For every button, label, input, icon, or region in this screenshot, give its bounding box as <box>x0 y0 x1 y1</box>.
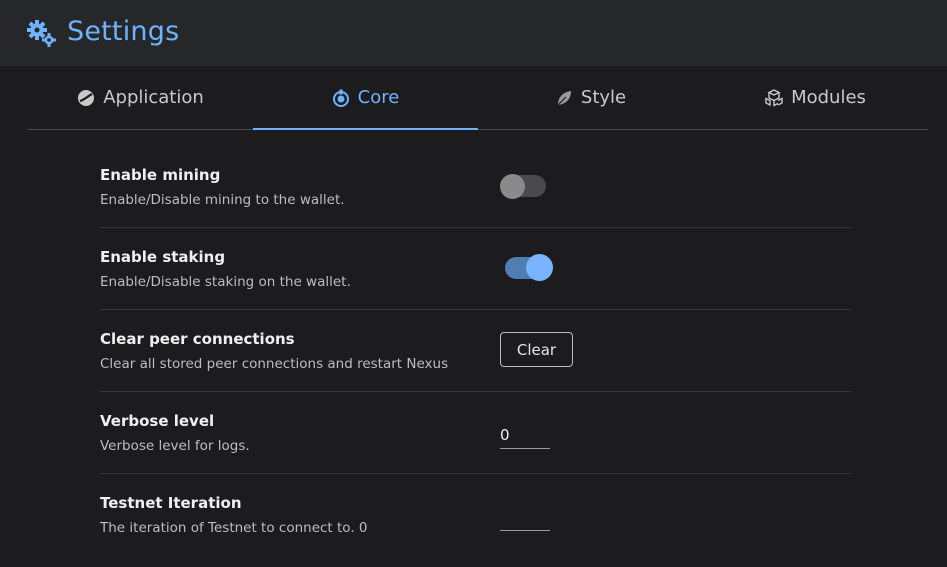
leaf-icon <box>557 90 571 105</box>
setting-row-testnet: Testnet Iteration The iteration of Testn… <box>100 474 851 556</box>
tab-style[interactable]: Style <box>478 66 703 129</box>
setting-row-verbose: Verbose level Verbose level for logs. <box>100 392 851 474</box>
tab-modules[interactable]: Modules <box>703 66 928 129</box>
setting-description: Clear all stored peer connections and re… <box>100 356 449 372</box>
setting-row-clear-peers: Clear peer connections Clear all stored … <box>100 310 851 392</box>
setting-label: Verbose level <box>100 412 215 430</box>
setting-label: Enable mining <box>100 166 221 184</box>
toggle-knob <box>526 254 553 281</box>
tab-modules-label: Modules <box>791 87 866 108</box>
cubes-icon <box>765 88 783 107</box>
setting-row-mining: Enable mining Enable/Disable mining to t… <box>100 146 851 228</box>
mining-toggle[interactable] <box>500 174 546 199</box>
tab-application[interactable]: Application <box>28 66 253 129</box>
core-icon <box>332 89 349 107</box>
setting-description: Enable/Disable staking on the wallet. <box>100 274 351 290</box>
application-icon <box>78 89 95 106</box>
setting-label: Clear peer connections <box>100 330 295 348</box>
header: Settings <box>0 0 947 66</box>
tab-bar: Application Core Style Modules <box>28 66 928 130</box>
clear-button[interactable]: Clear <box>500 332 573 367</box>
setting-description: The iteration of Testnet to connect to. … <box>100 520 368 536</box>
toggle-knob <box>500 174 525 199</box>
setting-label: Enable staking <box>100 248 226 266</box>
gears-icon <box>27 20 56 47</box>
tab-core[interactable]: Core <box>253 66 478 130</box>
setting-description: Verbose level for logs. <box>100 438 250 454</box>
setting-description: Enable/Disable mining to the wallet. <box>100 192 345 208</box>
verbose-level-input[interactable] <box>500 421 550 449</box>
staking-toggle[interactable] <box>505 254 553 281</box>
setting-row-staking: Enable staking Enable/Disable staking on… <box>100 228 851 310</box>
tab-core-label: Core <box>357 87 400 108</box>
testnet-iteration-input[interactable] <box>500 503 550 531</box>
settings-list: Enable mining Enable/Disable mining to t… <box>100 146 851 556</box>
tab-style-label: Style <box>580 87 627 108</box>
setting-label: Testnet Iteration <box>100 494 242 512</box>
page-title: Settings <box>67 16 180 47</box>
tab-application-label: Application <box>103 87 204 108</box>
